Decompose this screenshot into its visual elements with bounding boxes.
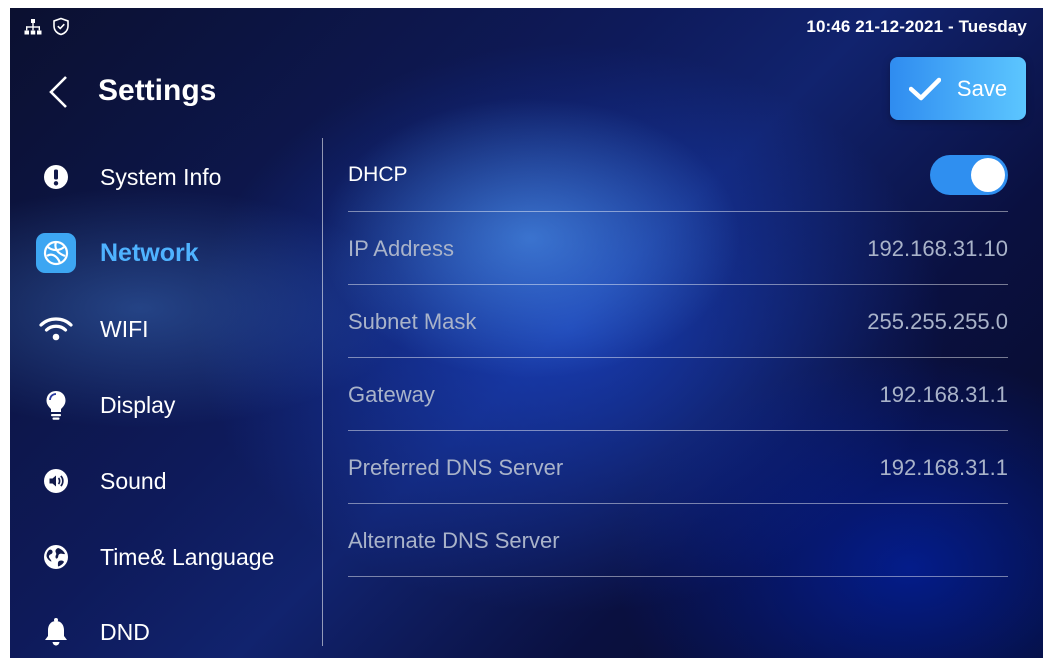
bell-icon [36,612,76,652]
sidebar-item-label: Network [100,238,199,267]
sidebar-item-label: WIFI [100,315,149,342]
ip-address-row[interactable]: IP Address 192.168.31.10 [348,212,1008,285]
preferred-dns-label: Preferred DNS Server [348,455,564,480]
page-title: Settings [98,74,217,107]
ip-address-value: 192.168.31.10 [867,236,1008,261]
sidebar-item-label: Display [100,391,176,418]
status-icons [24,17,70,41]
sidebar-item-sound[interactable]: Sound [36,457,306,505]
sidebar-item-wifi[interactable]: WIFI [36,305,306,353]
subnet-mask-row[interactable]: Subnet Mask 255.255.255.0 [348,285,1008,358]
sidebar-item-time-language[interactable]: Time& Language [36,533,306,581]
dhcp-row: DHCP [348,139,1008,212]
checkmark-icon [908,77,941,100]
lightbulb-icon [36,385,76,425]
save-button[interactable]: Save [890,57,1026,120]
sidebar-item-label: DND [100,618,150,645]
sidebar-item-label: System Info [100,163,222,190]
dhcp-label: DHCP [348,163,408,186]
speaker-icon [36,461,76,501]
preferred-dns-row[interactable]: Preferred DNS Server 192.168.31.1 [348,431,1008,504]
status-datetime: 10:46 21-12-2021 - Tuesday [806,17,1027,36]
info-icon [36,157,76,197]
network-icon [24,18,42,41]
preferred-dns-value: 192.168.31.1 [879,455,1008,480]
back-button[interactable] [44,74,72,110]
sidebar-divider [322,138,323,646]
subnet-mask-value: 255.255.255.0 [867,309,1008,334]
subnet-mask-label: Subnet Mask [348,309,477,334]
sidebar-item-dnd[interactable]: DND [36,608,306,656]
gateway-value: 192.168.31.1 [879,382,1008,407]
sidebar-item-system-info[interactable]: System Info [36,153,306,201]
alternate-dns-row[interactable]: Alternate DNS Server [348,504,1008,577]
toggle-knob [971,158,1005,192]
globe-icon [36,537,76,577]
sidebar-item-label: Time& Language [100,543,275,570]
gateway-label: Gateway [348,382,435,407]
save-label: Save [956,75,1008,101]
dhcp-toggle[interactable] [930,155,1008,195]
alternate-dns-label: Alternate DNS Server [348,528,560,553]
gateway-row[interactable]: Gateway 192.168.31.1 [348,358,1008,431]
ip-address-label: IP Address [348,236,454,261]
network-globe-icon [36,233,76,273]
settings-screen: 10:46 21-12-2021 - Tuesday Settings Save… [10,8,1043,658]
sidebar-item-network[interactable]: Network [36,229,306,277]
wifi-icon [36,309,76,349]
chevron-left-icon [49,76,67,108]
sidebar-item-label: Sound [100,467,167,494]
sidebar-item-display[interactable]: Display [36,381,306,429]
shield-icon [52,17,70,41]
